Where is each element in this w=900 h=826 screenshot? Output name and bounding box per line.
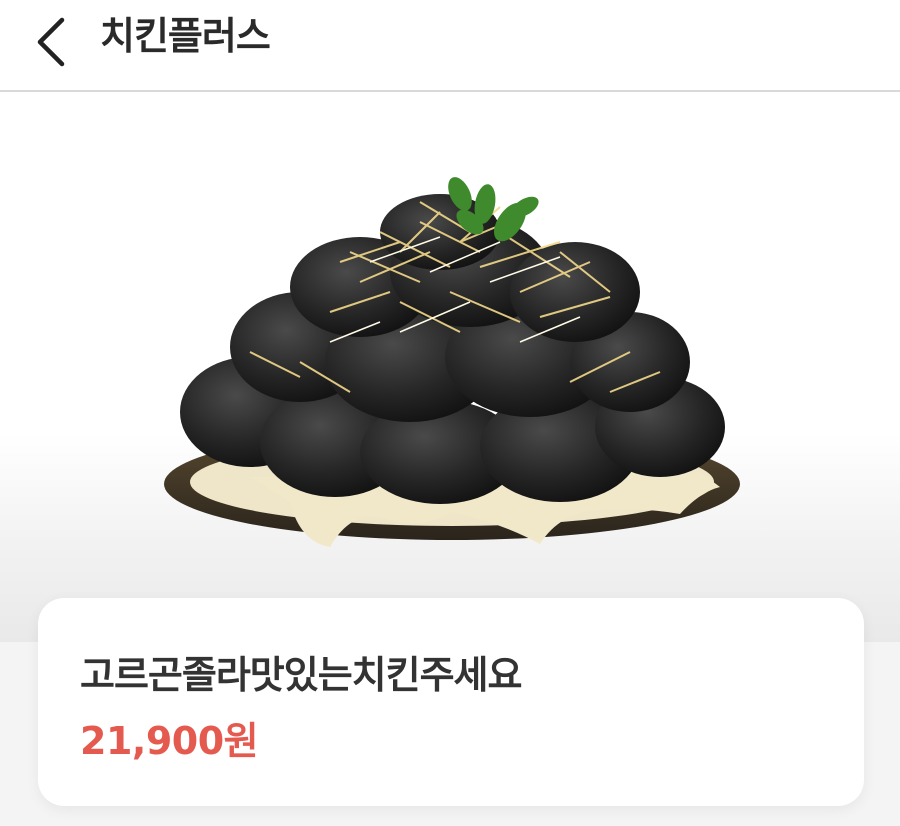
product-price: 21,900원 bbox=[80, 719, 259, 763]
menu-detail-screen: 치킨플러스 고르곤졸라맛있는치킨주세요 21,900원 bbox=[0, 0, 900, 826]
product-image bbox=[0, 92, 900, 642]
chicken-dish-image bbox=[164, 177, 740, 547]
page-title: 치킨플러스 bbox=[100, 14, 271, 58]
chevron-left-icon bbox=[37, 17, 65, 67]
product-name: 고르곤졸라맛있는치킨주세요 bbox=[80, 653, 522, 697]
top-app-bar: 치킨플러스 bbox=[0, 0, 900, 92]
product-info-card: 고르곤졸라맛있는치킨주세요 21,900원 bbox=[38, 598, 864, 806]
back-button[interactable] bbox=[22, 6, 82, 78]
